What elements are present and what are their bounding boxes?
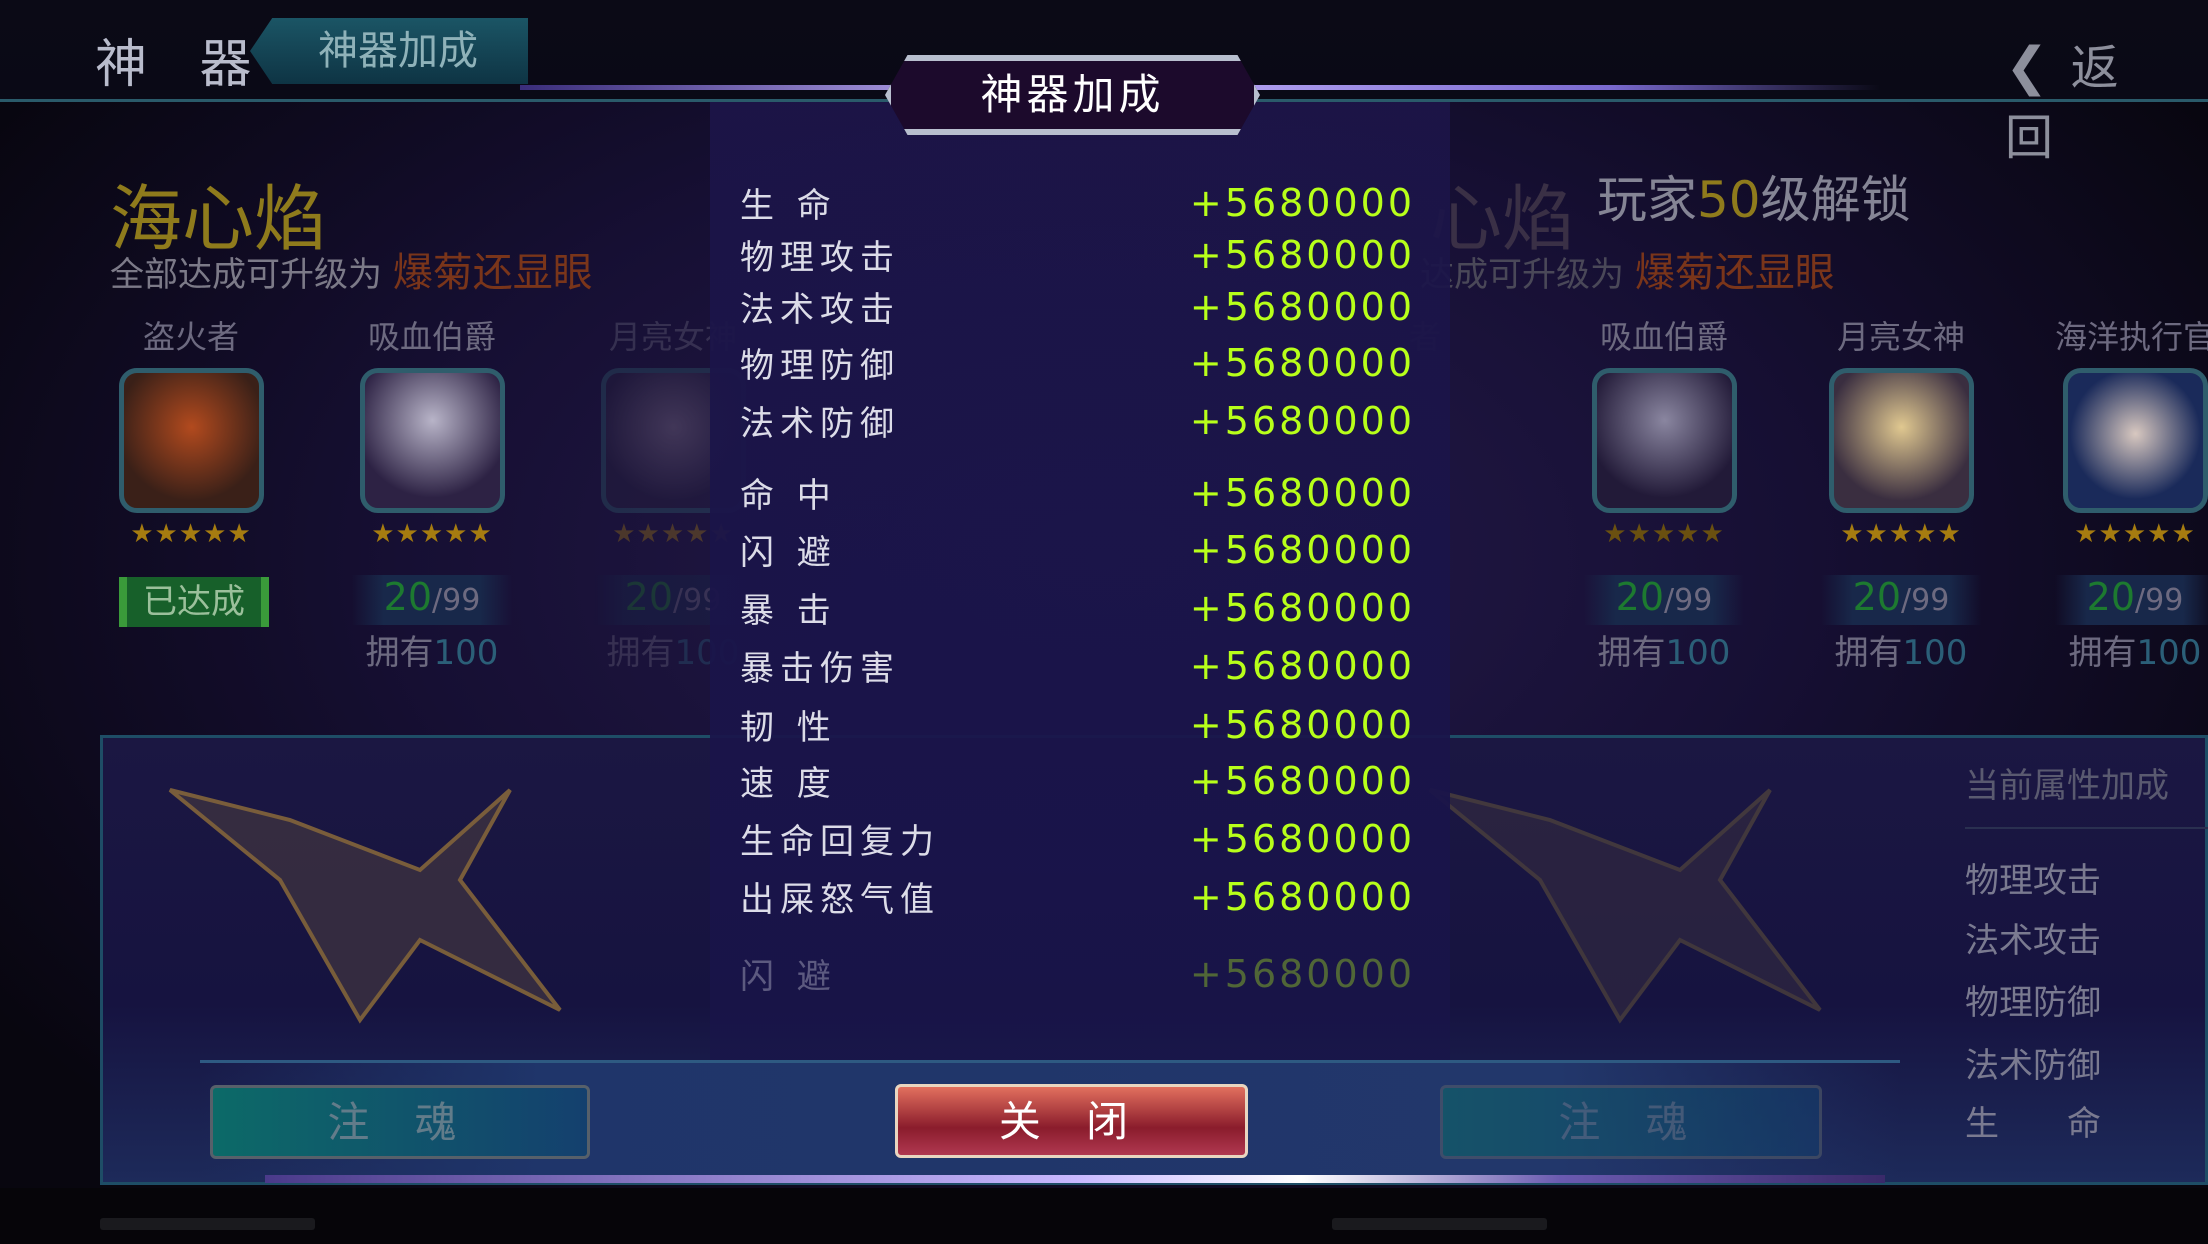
stat-value: +5680000 (1189, 586, 1415, 630)
stat-value: +5680000 (1189, 181, 1415, 225)
bonus-item: 物理攻击 (1965, 861, 2101, 901)
inject-soul-button[interactable]: 注 魂 (1440, 1085, 1822, 1159)
stat-label: 法术防御 (740, 404, 900, 444)
modal-title: 神器加成 (885, 55, 1260, 135)
stat-value: +5680000 (1189, 471, 1415, 515)
stat-value: +5680000 (1189, 528, 1415, 572)
hero-name: 盗火者 (142, 318, 239, 356)
hero-portrait (360, 368, 505, 513)
progress-counter: 20/99 (1821, 575, 1981, 625)
hero-name: 海洋执行官 (2054, 318, 2208, 356)
stat-label: 物理攻击 (740, 238, 900, 278)
star-rating: ★★★★★ (1840, 519, 1962, 549)
owned-count: 拥有100 (2068, 633, 2202, 673)
bonus-item: 物理防御 (1965, 983, 2101, 1023)
back-button[interactable]: ❮ 返 回 (2005, 28, 2208, 168)
stat-value: +5680000 (1189, 399, 1415, 443)
star-rating: ★★★★★ (1603, 519, 1725, 549)
weapon-image (1428, 788, 1822, 1024)
owned-count: 拥有100 (1834, 633, 1968, 673)
hero-card[interactable]: 吸血伯爵 ★★★★★ 20/99 拥有100 (332, 312, 532, 674)
stat-value: +5680000 (1189, 644, 1415, 688)
divider (265, 1175, 1885, 1183)
page-title: 神 器 (95, 35, 270, 95)
hero-card[interactable]: 吸血伯爵 ★★★★★ 20/99 拥有100 (1564, 312, 1764, 674)
hero-name: 吸血伯爵 (1599, 318, 1728, 356)
upgrade-hint: 达成可升级为 爆菊还显眼 (1420, 250, 1835, 296)
star-rating: ★★★★★ (371, 519, 493, 549)
hero-portrait (119, 368, 264, 513)
stat-value: +5680000 (1189, 875, 1415, 919)
bottom-strip (0, 1188, 2208, 1244)
upgrade-prefix: 全部达成可升级为 (110, 255, 382, 295)
tab-artifact-bonus[interactable]: 神器加成 (250, 18, 528, 84)
stat-label: 生命回复力 (740, 822, 940, 862)
bonus-item: 法术防御 (1965, 1046, 2101, 1086)
scrollbar[interactable] (100, 1218, 315, 1230)
stat-label: 韧 性 (740, 708, 837, 748)
chevron-left-icon: ❮ (2005, 37, 2063, 97)
achieved-badge: 已达成 (119, 577, 269, 627)
stat-label: 生 命 (740, 186, 837, 226)
close-button[interactable]: 关 闭 (895, 1084, 1248, 1158)
hero-card[interactable]: 盗火者 ★★★★★ 已达成 (91, 312, 291, 627)
upgrade-target: 爆菊还显眼 (392, 250, 593, 296)
star-rating: ★★★★★ (2074, 519, 2196, 549)
progress-counter: 20/99 (2055, 575, 2208, 625)
stat-label: 出屎怒气值 (740, 880, 940, 920)
star-rating: ★★★★★ (130, 519, 252, 549)
scrollbar[interactable] (1332, 1218, 1547, 1230)
inject-soul-button[interactable]: 注 魂 (210, 1085, 590, 1159)
hero-portrait (1592, 368, 1737, 513)
stat-label: 暴 击 (740, 591, 837, 631)
progress-counter: 20/99 (1584, 575, 1744, 625)
upgrade-hint: 全部达成可升级为 爆菊还显眼 (110, 240, 593, 298)
hero-portrait (1829, 368, 1974, 513)
stat-value: +5680000 (1189, 759, 1415, 803)
hero-card[interactable]: 月亮女神 ★★★★★ 20/99 拥有100 (1801, 312, 2001, 674)
stat-label: 法术攻击 (740, 290, 900, 330)
stat-label: 命 中 (740, 476, 837, 516)
stat-value: +5680000 (1189, 285, 1415, 329)
bonus-item: 生 命 (1965, 1104, 2101, 1144)
hero-portrait (2063, 368, 2208, 513)
hero-card[interactable]: 海洋执行官 ★★★★★ 20/99 拥有100 (2035, 312, 2208, 674)
stat-label: 物理防御 (740, 346, 900, 386)
bonus-item: 法术攻击 (1965, 921, 2101, 961)
stat-value: +5680000 (1189, 952, 1415, 996)
stat-label: 速 度 (740, 764, 837, 804)
hero-name: 吸血伯爵 (367, 318, 496, 356)
stat-label: 闪 避 (740, 957, 837, 997)
owned-count: 拥有100 (365, 633, 499, 673)
hero-name: 月亮女神 (1836, 318, 1965, 356)
stat-value: +5680000 (1189, 703, 1415, 747)
unlock-requirement: 玩家50级解锁 (1597, 171, 1911, 229)
owned-count: 拥有100 (1597, 633, 1731, 673)
stat-value: +5680000 (1189, 233, 1415, 277)
stat-label: 闪 避 (740, 533, 837, 573)
current-bonus-title: 当前属性加成 (1965, 758, 2208, 829)
stat-label: 暴击伤害 (740, 649, 900, 689)
stat-value: +5680000 (1189, 341, 1415, 385)
progress-counter: 20/99 (352, 575, 512, 625)
stat-value: +5680000 (1189, 817, 1415, 861)
weapon-image (168, 788, 562, 1024)
